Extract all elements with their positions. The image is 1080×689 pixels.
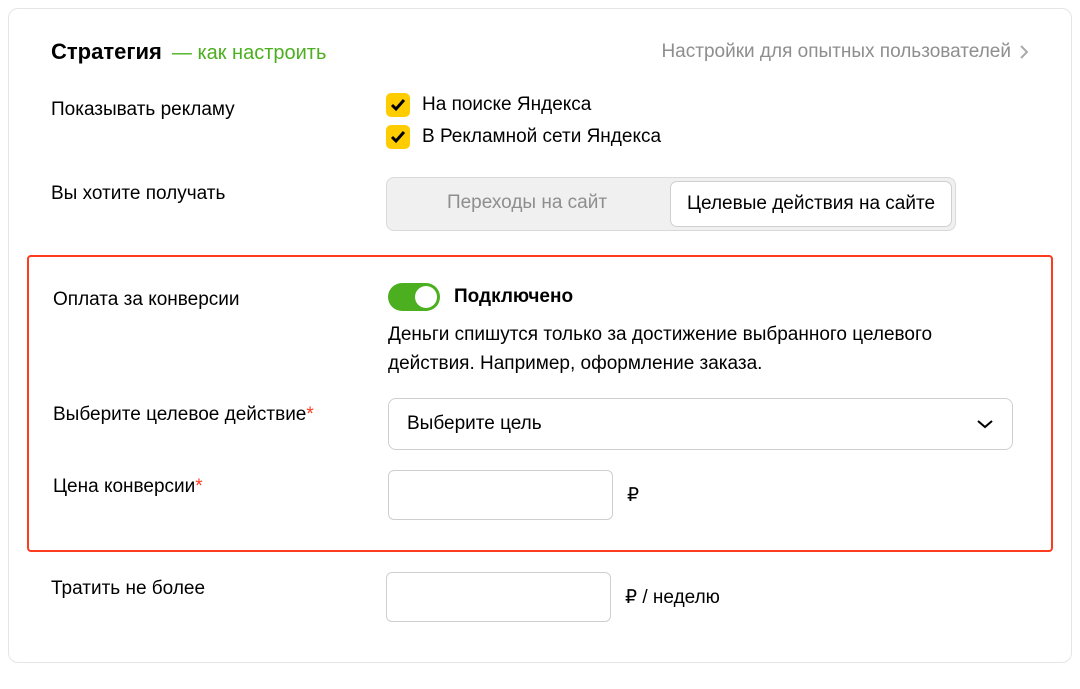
seg-goal-actions[interactable]: Целевые действия на сайте xyxy=(670,181,952,227)
check-icon xyxy=(390,98,406,112)
spend-limit-input[interactable] xyxy=(386,572,611,622)
conversion-section-highlight: Оплата за конверсии Подключено Деньги сп… xyxy=(27,255,1053,552)
goal-row: Выберите целевое действие* Выберите цель xyxy=(53,388,1027,460)
price-label: Цена конверсии* xyxy=(53,470,388,498)
checkbox-search: На поиске Яндекса xyxy=(386,93,1029,117)
checkbox-network-box[interactable] xyxy=(386,125,410,149)
checkbox-network: В Рекламной сети Яндекса xyxy=(386,125,1029,149)
price-control: ₽ xyxy=(388,470,1027,520)
check-icon xyxy=(390,130,406,144)
strategy-panel: Стратегия — как настроить Настройки для … xyxy=(8,8,1072,663)
spend-row: Тратить не более ₽ / неделю xyxy=(9,562,1071,632)
want-control: Переходы на сайт Целевые действия на сай… xyxy=(386,177,1029,231)
panel-title: Стратегия xyxy=(51,39,162,65)
checkbox-search-box[interactable] xyxy=(386,93,410,117)
title-block: Стратегия — как настроить xyxy=(51,39,326,65)
want-label: Вы хотите получать xyxy=(51,177,386,205)
want-row: Вы хотите получать Переходы на сайт Целе… xyxy=(9,167,1071,241)
goal-select[interactable]: Выберите цель xyxy=(388,398,1013,450)
advanced-settings-label: Настройки для опытных пользователей xyxy=(661,41,1011,63)
conversion-pay-toggle[interactable] xyxy=(388,283,440,311)
conversion-pay-row: Оплата за конверсии Подключено Деньги сп… xyxy=(53,273,1027,388)
required-mark: * xyxy=(306,404,313,425)
checkbox-search-label: На поиске Яндекса xyxy=(422,94,591,116)
currency-label: ₽ xyxy=(627,484,639,507)
spend-suffix: ₽ / неделю xyxy=(625,586,720,609)
toggle-row: Подключено xyxy=(388,283,1027,311)
price-row: Цена конверсии* ₽ xyxy=(53,460,1027,530)
advanced-settings-link[interactable]: Настройки для опытных пользователей xyxy=(661,41,1029,63)
required-mark: * xyxy=(195,476,202,497)
goal-select-placeholder: Выберите цель xyxy=(407,413,542,435)
show-ads-row: Показывать рекламу На поиске Яндекса В Р… xyxy=(9,83,1071,167)
chevron-down-icon xyxy=(976,419,994,429)
chevron-right-icon xyxy=(1019,44,1029,60)
conversion-price-input[interactable] xyxy=(388,470,613,520)
show-ads-label: Показывать рекламу xyxy=(51,93,386,121)
spend-label: Тратить не более xyxy=(51,572,386,600)
conversion-pay-label: Оплата за конверсии xyxy=(53,283,388,311)
spend-control: ₽ / неделю xyxy=(386,572,1029,622)
conversion-pay-description: Деньги спишутся только за достижение выб… xyxy=(388,321,948,378)
show-ads-options: На поиске Яндекса В Рекламной сети Яндек… xyxy=(386,93,1029,157)
goal-label: Выберите целевое действие* xyxy=(53,398,388,426)
goal-control: Выберите цель xyxy=(388,398,1027,450)
seg-site-visits[interactable]: Переходы на сайт xyxy=(387,178,667,230)
how-to-link[interactable]: — как настроить xyxy=(172,42,327,65)
panel-header: Стратегия — как настроить Настройки для … xyxy=(9,39,1071,83)
checkbox-network-label: В Рекламной сети Яндекса xyxy=(422,126,661,148)
conversion-pay-control: Подключено Деньги спишутся только за дос… xyxy=(388,283,1027,378)
toggle-status-label: Подключено xyxy=(454,286,573,308)
segmented-control: Переходы на сайт Целевые действия на сай… xyxy=(386,177,956,231)
